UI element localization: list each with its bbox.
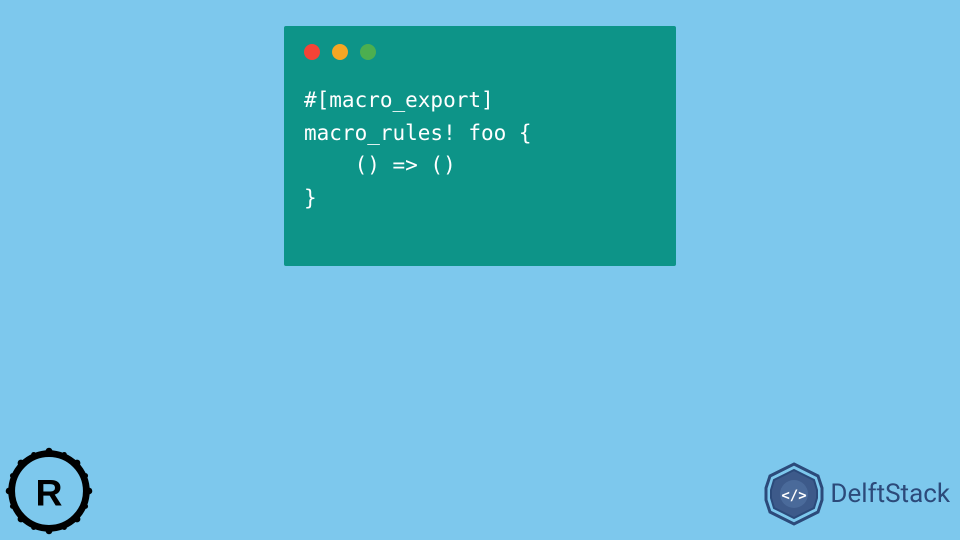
code-line-1: #[macro_export]	[304, 88, 494, 112]
svg-text:</>: </>	[782, 488, 807, 504]
delftstack-text: DelftStack	[830, 479, 950, 509]
window-controls	[284, 26, 676, 68]
code-content: #[macro_export] macro_rules! foo { () =>…	[284, 68, 676, 230]
svg-text:R: R	[36, 471, 63, 513]
window-maximize-dot	[360, 44, 376, 60]
delftstack-logo: </> DelftStack	[762, 462, 950, 526]
code-line-2: macro_rules! foo {	[304, 121, 532, 145]
window-minimize-dot	[332, 44, 348, 60]
code-line-4: }	[304, 186, 317, 210]
code-window: #[macro_export] macro_rules! foo { () =>…	[284, 26, 676, 266]
delftstack-badge-icon: </>	[762, 462, 826, 526]
rust-logo-icon: R	[4, 446, 94, 536]
code-line-3: () => ()	[304, 153, 456, 177]
window-close-dot	[304, 44, 320, 60]
